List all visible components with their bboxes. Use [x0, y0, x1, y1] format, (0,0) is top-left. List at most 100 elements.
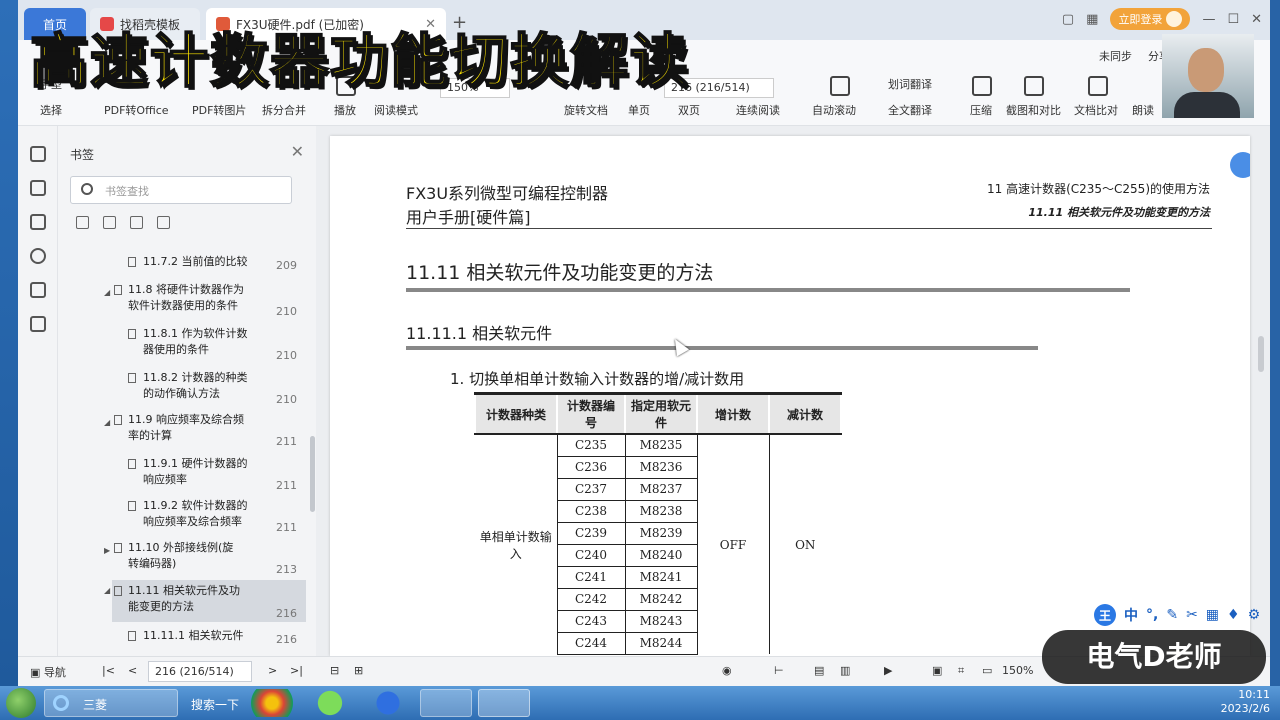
play-button[interactable]: 播放: [334, 102, 356, 118]
collapse-arrow-icon[interactable]: ◢: [104, 415, 110, 431]
counter-number: C243: [556, 609, 626, 633]
mail-icon[interactable]: [362, 689, 414, 717]
collapse-all-icon[interactable]: [103, 216, 116, 229]
word-translate-button[interactable]: 划词翻译: [888, 76, 932, 92]
close-panel-icon[interactable]: ✕: [291, 142, 304, 161]
single-page-button[interactable]: 单页: [628, 102, 650, 118]
taskbar-search[interactable]: 搜索一下: [184, 689, 246, 717]
bookmark-item-selected[interactable]: ◢ 11.11 相关软元件及功能变更的方法 216: [104, 580, 306, 622]
file-explorer-icon[interactable]: [420, 689, 472, 717]
auto-scroll-button[interactable]: 自动滚动: [812, 102, 856, 118]
sync-status[interactable]: 未同步: [1099, 48, 1132, 64]
bookmark-scrollbar[interactable]: [310, 436, 315, 512]
clock-date[interactable]: 2023/2/6: [1221, 702, 1270, 716]
ime-mode-toggle[interactable]: 中: [1124, 605, 1138, 625]
double-page-button[interactable]: 双页: [678, 102, 700, 118]
crop-icon[interactable]: ⌗: [958, 664, 964, 678]
expand-all-icon[interactable]: [76, 216, 89, 229]
chrome-icon[interactable]: [246, 689, 298, 717]
nav-toggle[interactable]: ▣ 导航: [30, 664, 66, 680]
add-bookmark-icon[interactable]: [130, 216, 143, 229]
bookmark-tools: [76, 216, 170, 229]
compress-button[interactable]: 压缩: [970, 102, 992, 118]
prev-page-icon[interactable]: <: [128, 664, 137, 677]
status-zoom[interactable]: 150%: [1002, 664, 1033, 677]
bookmark-page: 211: [276, 435, 297, 448]
wps-icon[interactable]: [478, 689, 530, 717]
read-aloud-button[interactable]: 朗读: [1132, 102, 1154, 118]
full-translate-button[interactable]: 全文翻译: [888, 102, 932, 118]
settings-icon[interactable]: ⚙: [1248, 607, 1261, 623]
pdf-to-office-button[interactable]: PDF转Office: [104, 102, 169, 118]
skin-icon[interactable]: ♦: [1227, 607, 1240, 623]
layout-icon[interactable]: ▢: [1062, 12, 1074, 27]
rotate-button[interactable]: 旋转文档: [564, 102, 608, 118]
collapse-arrow-icon[interactable]: ◢: [104, 285, 110, 301]
pdf-to-image-button[interactable]: PDF转图片: [192, 102, 246, 118]
doc-compare-button[interactable]: 文档比对: [1074, 102, 1118, 118]
minimize-icon[interactable]: —: [1202, 12, 1215, 27]
forward-icon[interactable]: ⊞: [354, 664, 363, 677]
thumbnail-icon[interactable]: [30, 180, 46, 196]
collapse-arrow-icon[interactable]: ◢: [104, 583, 110, 599]
subsection-title: 11.11.1 相关软元件: [406, 324, 553, 343]
close-window-icon[interactable]: ✕: [1251, 12, 1262, 27]
sign-icon[interactable]: [30, 282, 46, 298]
header-series-title: FX3U系列微型可编程控制器: [406, 184, 609, 203]
keyboard-icon[interactable]: ▦: [1206, 607, 1219, 623]
taskbar-ie-window[interactable]: 三菱: [44, 689, 178, 717]
bookmark-search-input[interactable]: 书签查找: [70, 176, 292, 204]
back-icon[interactable]: ⊟: [330, 664, 339, 677]
bookmark-item[interactable]: 11.7.2 当前值的比较 209: [58, 254, 306, 274]
first-page-icon[interactable]: |<: [102, 664, 115, 677]
clock-time[interactable]: 10:11: [1221, 688, 1270, 702]
comment-icon[interactable]: [30, 214, 46, 230]
status-page-input[interactable]: 216 (216/514): [148, 661, 252, 682]
select-tool[interactable]: 选择: [40, 102, 62, 118]
start-button[interactable]: [6, 688, 36, 718]
attachment-icon[interactable]: [30, 248, 46, 264]
single-page-icon[interactable]: ▤: [814, 664, 824, 677]
read-mode-button[interactable]: 阅读模式: [374, 102, 418, 118]
double-page-icon[interactable]: ▥: [840, 664, 850, 677]
login-button[interactable]: 立即登录: [1110, 8, 1191, 30]
bookmark-item[interactable]: ▶ 11.10 外部接线例(旋转编码器) 213: [58, 540, 306, 576]
document-scrollbar[interactable]: [1258, 336, 1264, 372]
translate-float-icon[interactable]: [1230, 152, 1250, 178]
bookmark-item[interactable]: ◢ 11.8 将硬件计数器作为软件计数器使用的条件 210: [58, 282, 306, 318]
doc-compare-icon[interactable]: [1088, 76, 1108, 96]
designated-relay: M8239: [624, 521, 698, 545]
continuous-read-button[interactable]: 连续阅读: [736, 102, 780, 118]
ime-logo-icon[interactable]: 王: [1094, 604, 1116, 626]
auto-scroll-icon[interactable]: [830, 76, 850, 96]
bookmark-item[interactable]: 11.8.1 作为软件计数器使用的条件 210: [58, 326, 306, 362]
bookmark-icon[interactable]: [30, 146, 46, 162]
bookmark-item[interactable]: 11.9.2 软件计数器的响应频率及综合频率 211: [58, 498, 306, 534]
screenshot-compare-button[interactable]: 截图和对比: [1006, 102, 1061, 118]
split-merge-button[interactable]: 拆分合并: [262, 102, 306, 118]
handwrite-icon[interactable]: ✎: [1166, 607, 1178, 623]
layers-icon[interactable]: [30, 316, 46, 332]
header-chapter: 11 高速计数器(C235～C255)的使用方法: [986, 182, 1210, 196]
scissors-icon[interactable]: ✂: [1186, 607, 1198, 623]
browser-360-icon[interactable]: [304, 689, 356, 717]
screenshot-icon[interactable]: [1024, 76, 1044, 96]
maximize-icon[interactable]: ☐: [1227, 12, 1239, 27]
bookmark-item[interactable]: 11.11.1 相关软元件 216: [58, 628, 306, 650]
fit-page-icon[interactable]: ▣: [932, 664, 942, 677]
eye-icon[interactable]: ◉: [722, 664, 732, 677]
expand-arrow-icon[interactable]: ▶: [104, 543, 110, 559]
compress-icon[interactable]: [972, 76, 992, 96]
bookmark-item[interactable]: 11.8.2 计数器的种类的动作确认方法 210: [58, 370, 306, 406]
next-page-icon[interactable]: >: [268, 664, 277, 677]
ie-icon: [53, 695, 69, 711]
actual-size-icon[interactable]: ▭: [982, 664, 992, 677]
last-page-icon[interactable]: >|: [290, 664, 303, 677]
grid-icon[interactable]: ▦: [1086, 12, 1098, 27]
bookmark-item[interactable]: 11.9.1 硬件计数器的响应频率 211: [58, 456, 306, 492]
punctuation-icon[interactable]: °,: [1146, 607, 1158, 623]
fit-width-icon[interactable]: ⊢: [774, 664, 784, 677]
play-slide-icon[interactable]: ▶: [884, 664, 892, 677]
delete-bookmark-icon[interactable]: [157, 216, 170, 229]
bookmark-item[interactable]: ◢ 11.9 响应频率及综合频率的计算 211: [58, 412, 306, 448]
